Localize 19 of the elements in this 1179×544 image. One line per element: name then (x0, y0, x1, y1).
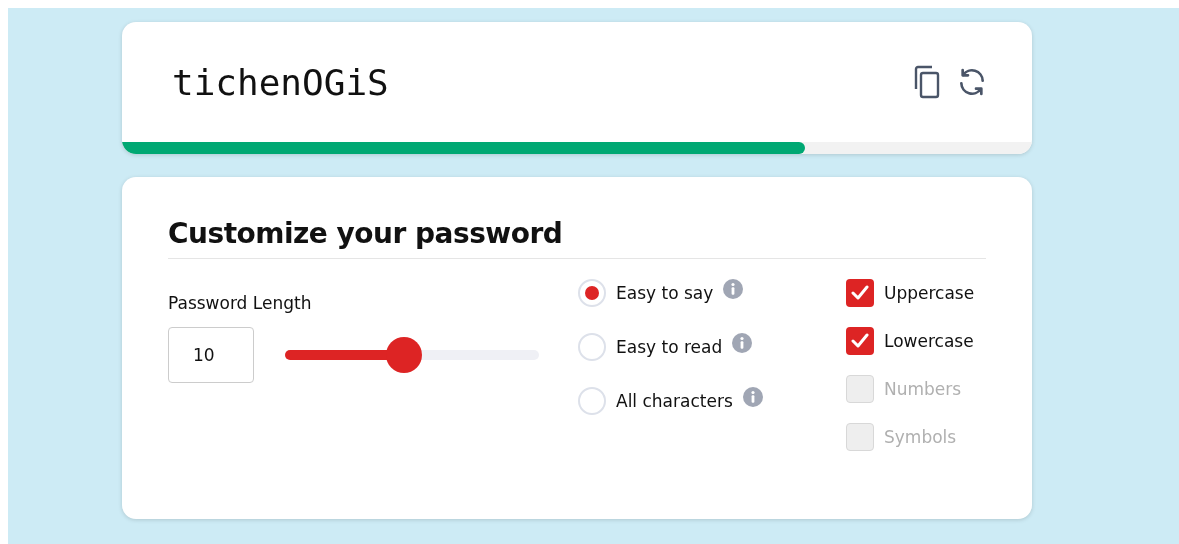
option-label: Uppercase (884, 283, 975, 303)
radio-button[interactable] (578, 279, 606, 307)
option-label: Lowercase (884, 331, 974, 351)
radio-button[interactable] (578, 387, 606, 415)
slider-thumb[interactable] (386, 337, 423, 373)
check-icon (851, 285, 869, 301)
length-input[interactable]: 10 (168, 327, 254, 383)
option-label: Easy to say (616, 283, 714, 303)
checkbox[interactable] (846, 327, 874, 355)
password-text: tichenOGiS (172, 61, 390, 103)
option-label: All characters (616, 391, 733, 411)
section-title: Customize your password (168, 217, 986, 259)
length-label: Password Length (168, 293, 313, 313)
option-label: Numbers (884, 379, 962, 399)
option-label: Easy to read (616, 337, 723, 357)
check-icon (851, 333, 869, 349)
radio-button[interactable] (578, 333, 606, 361)
checkbox[interactable] (846, 279, 874, 307)
option-label: Symbols (884, 427, 957, 447)
